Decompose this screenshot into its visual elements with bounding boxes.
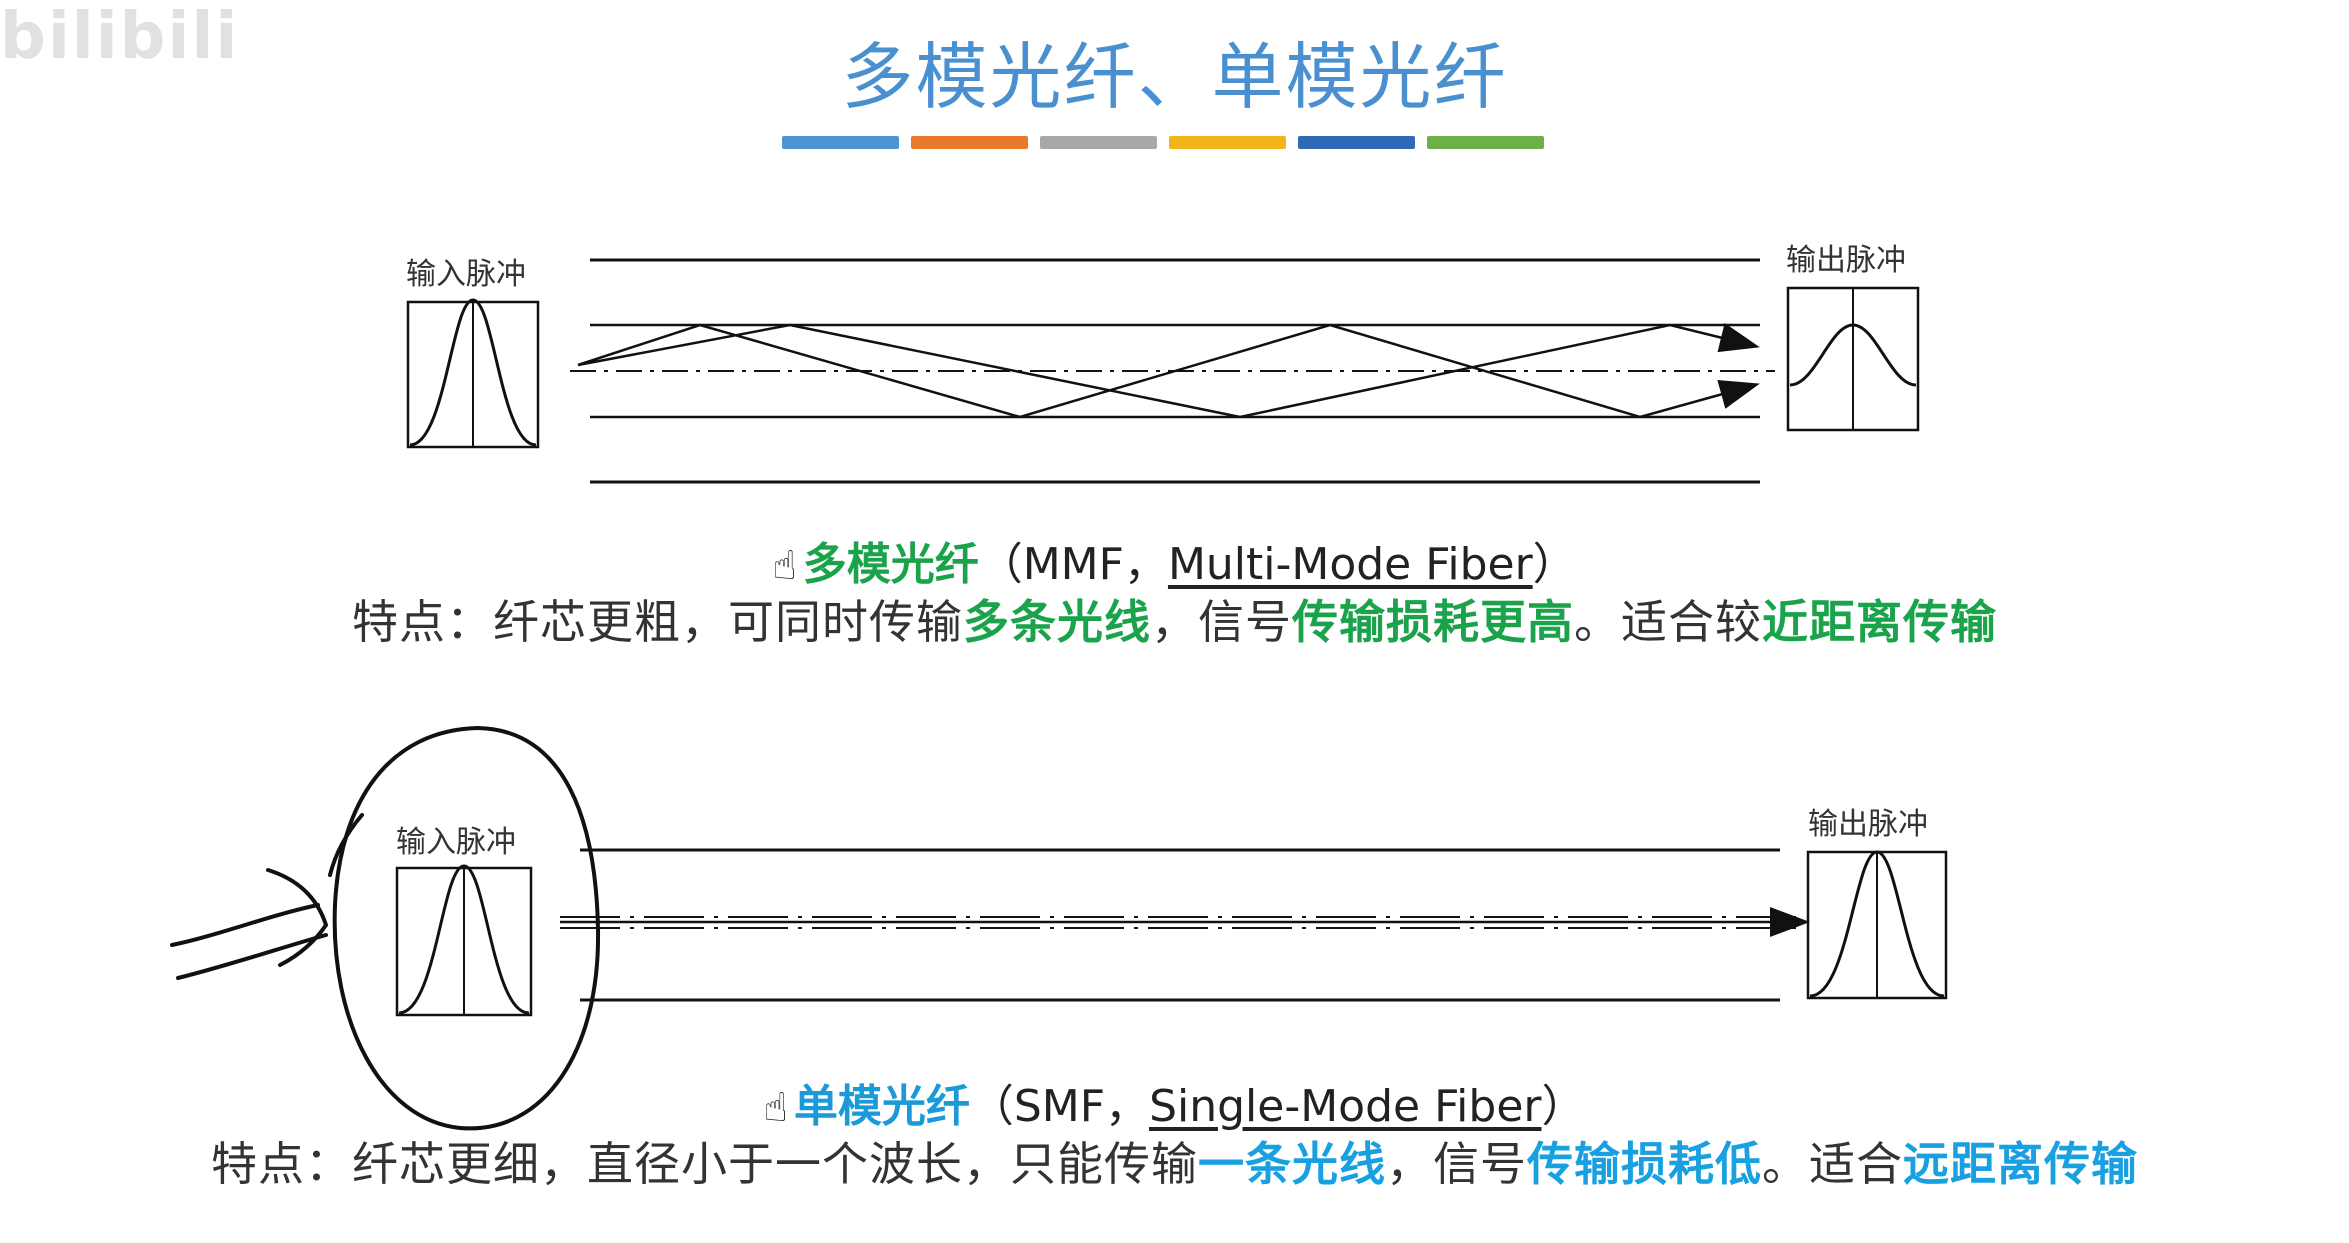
handdrawn-annotation [170,725,601,1131]
mmf-feature-part: 。适合较 [1574,595,1762,649]
mmf-feature-part: ，信号 [1151,595,1292,649]
smf-feature-part: ，信号 [1386,1137,1527,1191]
mmf-caption: ☝ 多模光纤（MMF，Multi-Mode Fiber） [0,528,2349,592]
mmf-feature-text: 特点：纤芯更粗，可同时传输多条光线，信号传输损耗更高。适合较近距离传输 [0,586,2349,652]
smf-caption-close: ） [1541,1081,1586,1132]
smf-highlight-single-ray: 一条光线 [1198,1137,1386,1191]
smf-highlight-loss: 传输损耗低 [1527,1137,1762,1191]
smf-input-label: 输入脉冲 [396,825,516,860]
mmf-input-label: 输入脉冲 [406,257,526,292]
smf-output-label: 输出脉冲 [1808,807,1928,842]
smf-feature-part: 特点：纤芯更细，直径小于一个波长，只能传输 [211,1137,1198,1191]
pointing-hand-icon: ☝ [772,543,797,589]
smf-caption-open: （SMF， [969,1081,1150,1132]
smf-feature-text: 特点：纤芯更细，直径小于一个波长，只能传输一条光线，信号传输损耗低。适合远距离传… [0,1128,2349,1194]
handdrawn-ellipse [332,725,601,1131]
mmf-caption-open: （MMF， [978,539,1168,590]
smf-name: 单模光纤 [793,1081,970,1132]
handdrawn-arrow-shaft-bottom [176,933,328,980]
smf-diagram: 输入脉冲 输出脉冲 [395,807,1948,1017]
smf-feature-part: 。适合 [1762,1137,1903,1191]
mmf-diagram: 输入脉冲 输出脉冲 [406,243,1920,484]
mmf-output-label: 输出脉冲 [1786,243,1906,278]
handdrawn-stroke [328,813,364,877]
mmf-feature-part: 特点：纤芯更粗，可同时传输 [352,595,963,649]
mmf-english-name: Multi-Mode Fiber [1167,539,1533,590]
smf-english-name: Single-Mode Fiber [1149,1081,1542,1132]
mmf-highlight-multi-ray: 多条光线 [963,595,1151,649]
pointing-hand-icon: ☝ [763,1085,788,1131]
mmf-highlight-distance: 近距离传输 [1762,595,1997,649]
mmf-highlight-loss: 传输损耗更高 [1292,595,1574,649]
mmf-name: 多模光纤 [802,539,979,590]
handdrawn-arrow-shaft-top [170,903,320,947]
smf-highlight-distance: 远距离传输 [1903,1137,2138,1191]
mmf-caption-close: ） [1532,539,1577,590]
smf-caption: ☝ 单模光纤（SMF，Single-Mode Fiber） [0,1070,2349,1134]
